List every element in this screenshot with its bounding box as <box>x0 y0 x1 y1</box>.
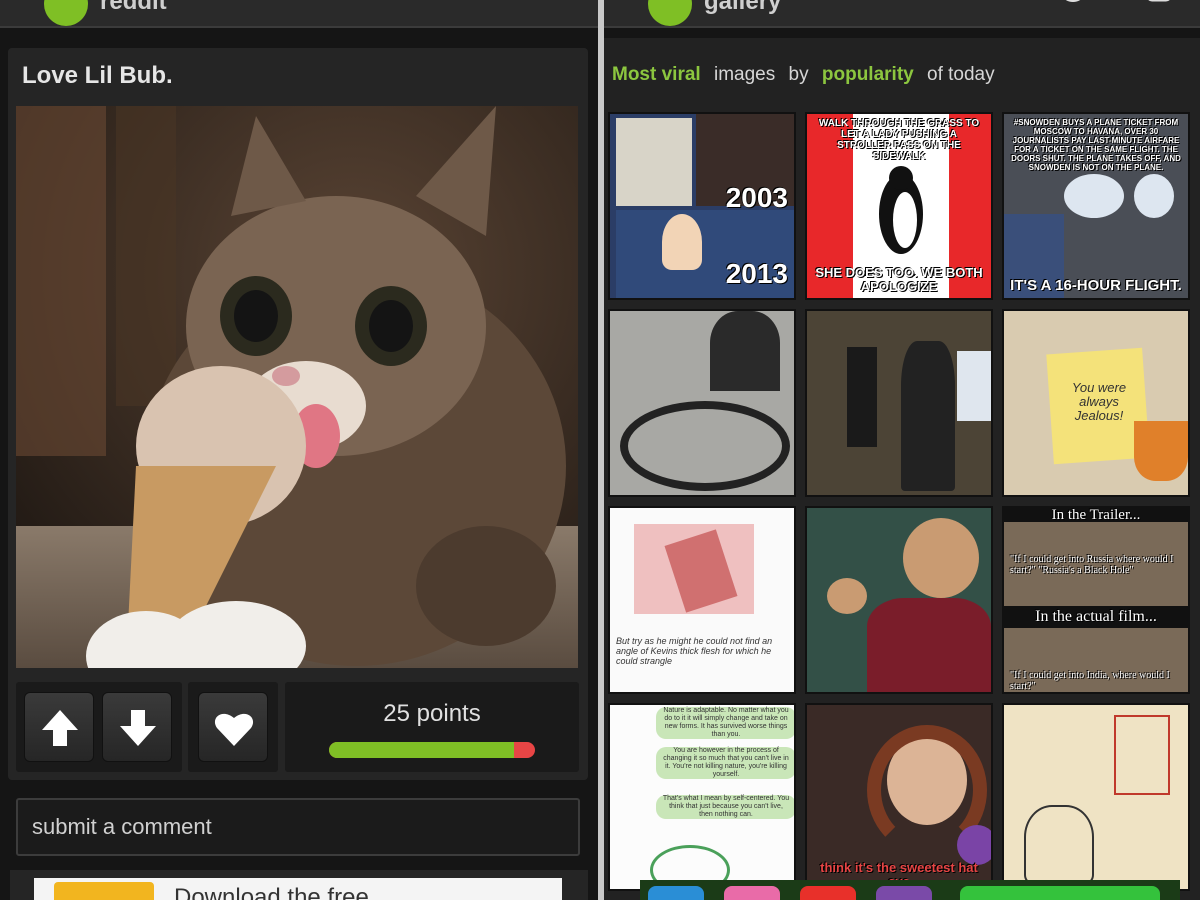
hand-sketch <box>1114 715 1170 795</box>
gallery-body: Most viral images by popularity of today… <box>604 38 1200 900</box>
hand-sketch <box>1024 805 1094 885</box>
sort-section-dropdown[interactable]: Most viral <box>612 64 701 85</box>
tile-year-label: 2003 <box>725 182 788 213</box>
flower <box>957 825 991 865</box>
grid-tile[interactable] <box>608 309 796 497</box>
sort-text-by: by <box>788 64 809 85</box>
gallery-sort-header: Most viral images by popularity of today <box>612 64 1003 86</box>
grid-tile[interactable] <box>805 309 993 497</box>
plant-pot <box>1134 421 1188 481</box>
grid-tile[interactable]: 2003 2013 <box>608 112 796 300</box>
favorite-button[interactable] <box>198 692 268 762</box>
grid-tile[interactable] <box>805 506 993 694</box>
arrow-down-icon <box>120 710 156 746</box>
post-card: Love Lil Bub. 25 points <box>8 48 588 780</box>
tile-top-caption: #SNOWDEN BUYS A PLANE TICKET FROM MOSCOW… <box>1011 118 1181 172</box>
grid-tile[interactable]: In the Trailer... "If I could get into R… <box>1002 506 1190 694</box>
heart-icon <box>214 713 254 746</box>
post-title: Love Lil Bub. <box>22 62 173 89</box>
person-figure <box>710 311 780 391</box>
cat-photo-icon <box>16 106 578 668</box>
tile-top-caption: In the Trailer... <box>1004 508 1188 523</box>
dock-app-icon[interactable] <box>648 886 704 900</box>
comic-text: But try as he might he could not find an… <box>616 636 773 666</box>
points-box: 25 points <box>285 682 579 772</box>
app-logo-icon[interactable] <box>44 0 88 26</box>
grid-tile[interactable]: But try as he might he could not find an… <box>608 506 796 694</box>
ad-text: Download the free <box>174 884 369 900</box>
grid-tile[interactable]: Nature is adaptable. No matter what you … <box>608 703 796 891</box>
sort-text-period[interactable]: of today <box>927 64 995 85</box>
sort-text-images: images <box>713 64 776 85</box>
post-detail-pane: reddit Love Lil Bub. 25 points submit a … <box>0 0 598 900</box>
tile-year-label: 2013 <box>725 258 788 289</box>
hand <box>827 578 867 614</box>
tile-quote: "If I could get into India, where would … <box>1010 670 1170 692</box>
newspaper-thumb <box>616 118 692 206</box>
right-app-name: gallery <box>704 0 782 15</box>
dock-app-icon[interactable] <box>800 886 856 900</box>
ad-content[interactable]: Download the free <box>34 878 562 900</box>
left-app-name: reddit <box>100 0 167 15</box>
grid-tile[interactable] <box>1002 703 1190 891</box>
drone-frame <box>620 401 790 491</box>
upvote-button[interactable] <box>24 692 94 762</box>
app-dock <box>640 880 1180 900</box>
gallery-logo-icon[interactable] <box>648 0 692 26</box>
ad-app-icon <box>54 882 154 900</box>
window <box>957 351 991 421</box>
penguin-icon <box>879 166 923 254</box>
menu-icon[interactable] <box>544 0 574 12</box>
speech-bubble: That's what I mean by self-centered. You… <box>656 795 794 819</box>
person-figure <box>847 347 877 447</box>
grid-tile[interactable]: You were always Jealous! <box>1002 309 1190 497</box>
vote-buttons <box>16 682 182 772</box>
grid-tile[interactable]: think it's the sweetest hat eve <box>805 703 993 891</box>
upload-icon[interactable] <box>1144 0 1174 12</box>
downvote-button[interactable] <box>102 692 172 762</box>
sort-order-dropdown[interactable]: popularity <box>822 64 914 85</box>
dock-app-icon[interactable] <box>724 886 780 900</box>
left-topbar: reddit <box>0 0 598 28</box>
shirt <box>867 598 991 692</box>
comment-input[interactable]: submit a comment <box>16 798 580 856</box>
dock-app-icon[interactable] <box>960 886 1160 900</box>
ad-banner: Download the free <box>10 870 588 900</box>
notepad-text: You were always Jealous! <box>1071 380 1127 423</box>
face <box>903 518 979 598</box>
person-figure <box>901 341 955 491</box>
favorite-group <box>188 682 278 772</box>
upvote-ratio-bar <box>329 742 535 758</box>
tile-bottom-caption: IT'S A 16-HOUR FLIGHT. <box>1010 277 1182 294</box>
tile-mid-caption: In the actual film... <box>1004 606 1188 628</box>
post-image[interactable] <box>16 106 578 668</box>
upvote-ratio-fill <box>329 742 515 758</box>
plane-window <box>1134 174 1174 218</box>
grid-tile[interactable]: WALK THROUGH THE GRASS TO LET A LADY PUS… <box>805 112 993 300</box>
tile-bottom-caption: SHE DOES TOO. WE BOTH APOLOGIZE <box>815 265 983 294</box>
tile-quote: "If I could get into Russia where would … <box>1010 554 1174 576</box>
points-label: 25 points <box>383 700 481 727</box>
gallery-pane: gallery Most viral images by popularity … <box>604 0 1200 900</box>
dock-app-icon[interactable] <box>876 886 932 900</box>
right-topbar: gallery <box>604 0 1200 28</box>
grid-tile[interactable]: #SNOWDEN BUYS A PLANE TICKET FROM MOSCOW… <box>1002 112 1190 300</box>
speech-bubble: You are however in the process of changi… <box>656 747 794 779</box>
tile-top-caption: WALK THROUGH THE GRASS TO LET A LADY PUS… <box>818 118 980 162</box>
refresh-icon[interactable] <box>1058 0 1088 12</box>
arrow-up-icon <box>42 710 78 746</box>
share-icon[interactable] <box>470 0 500 12</box>
plane-window <box>1064 174 1124 218</box>
speech-bubble: Nature is adaptable. No matter what you … <box>656 707 794 739</box>
